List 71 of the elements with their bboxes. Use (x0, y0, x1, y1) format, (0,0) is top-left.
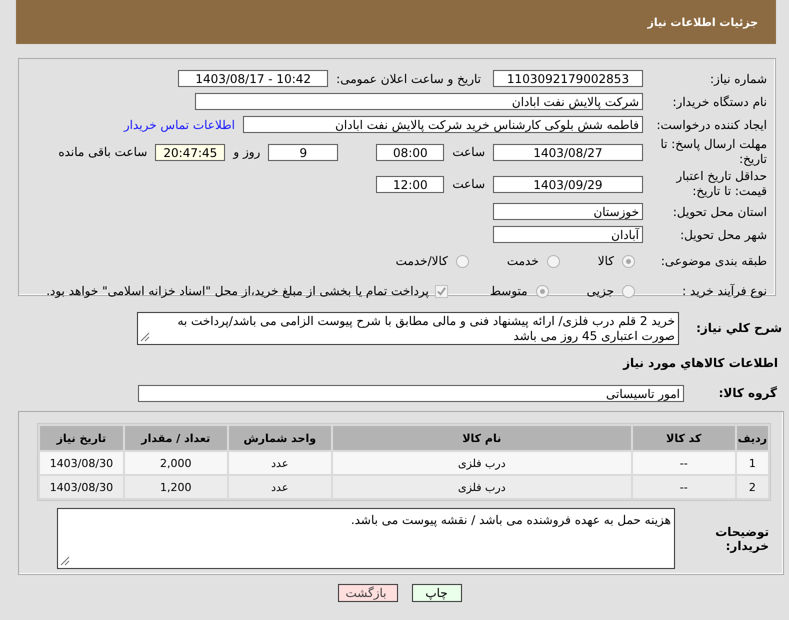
page-title: جزئیات اطلاعات نیاز (648, 16, 758, 28)
field-label: روز و (232, 145, 262, 159)
field-label: استان محل تحویل: (672, 204, 768, 218)
option-label: متوسط (490, 284, 528, 298)
print-button[interactable]: چاپ (412, 584, 462, 602)
text-field[interactable]: 1103092179002853 (493, 70, 643, 87)
field-label: تاریخ و ساعت اعلان عمومی: (335, 72, 482, 86)
table-cell: -- (632, 476, 735, 498)
field-label: شماره نیاز: (709, 72, 768, 86)
text-field[interactable]: 08:00 (376, 144, 444, 160)
field-label: نوع فرآیند خرید : (681, 284, 768, 298)
field-label: گروه کالا: (718, 386, 778, 400)
text-field[interactable]: 1403/09/29 (493, 176, 643, 192)
text-field[interactable]: 1403/08/17 - 10:42 (178, 70, 328, 87)
field-label: نام دستگاه خریدار: (672, 94, 768, 108)
section-heading: اطلاعات کالاهاي مورد نياز (622, 356, 779, 372)
option-label: کالا/خدمت (396, 254, 448, 268)
table-cell: عدد (228, 452, 331, 474)
field-label: شهر محل تحویل: (679, 228, 768, 242)
text-field[interactable]: آبادان (493, 226, 643, 243)
checkbox-label: پرداخت تمام یا بخشی از مبلغ خرید،از محل "اسناد خزانه اسلامی" خواهد بود. (46, 284, 429, 298)
column-header: واحد شمارش (228, 426, 331, 450)
notes-field[interactable]: هزینه حمل به عهده فروشنده می باشد / نقشه پیوست می باشد. (57, 508, 675, 569)
table-cell: -- (632, 452, 735, 474)
table-cell: 1 (736, 452, 768, 474)
field-label: ساعت (451, 177, 486, 191)
field-label: ساعت (451, 145, 486, 159)
text-field[interactable]: امور تاسیساتی (138, 384, 684, 402)
text-field[interactable]: شرکت پالایش نفت ابادان (195, 93, 643, 110)
text-field[interactable]: خوزستان (493, 203, 643, 220)
table-cell: 2 (736, 476, 768, 498)
field-label: طبقه بندی موضوعی: (660, 254, 768, 268)
table-cell: درب فلزی (332, 476, 631, 498)
column-header: نام کالا (332, 426, 631, 450)
description-field[interactable]: خرید 2 قلم درب فلزی/ ارائه پیشنهاد فنی و مالی مطابق با شرح پیوست الزامی می باشد/پرداخت به صورت اعتباری 45 روز می باشد (137, 312, 679, 345)
back-button[interactable]: بازگشت (338, 584, 398, 602)
field-label: مهلت ارسال پاسخ: تا تاریخ: (659, 137, 768, 167)
resize-grip-icon[interactable] (140, 332, 150, 342)
description-text: خرید 2 قلم درب فلزی/ ارائه پیشنهاد فنی و مالی مطابق با شرح پیوست الزامی می باشد/پرداخت به صورت اعتباری 45 روز می باشد (177, 314, 675, 343)
table-cell: درب فلزی (332, 452, 631, 474)
text-field[interactable]: 12:00 (376, 176, 444, 192)
text-field[interactable]: 9 (268, 144, 338, 160)
option-label: جزیی (586, 284, 614, 298)
contact-link[interactable]: اطلاعات تماس خریدار (124, 118, 235, 132)
field-label: ساعت باقی مانده (57, 145, 148, 159)
table-cell: 1403/08/30 (40, 452, 123, 474)
field-label: ایجاد کننده درخواست: (655, 118, 768, 132)
checkbox[interactable] (434, 284, 448, 298)
radio-button[interactable] (456, 254, 469, 268)
column-header: ردیف (736, 426, 768, 450)
text-field[interactable]: 20:47:45 (155, 144, 226, 160)
column-header: کد کالا (632, 426, 735, 450)
resize-grip-icon[interactable] (60, 556, 70, 566)
option-label: کالا (598, 254, 614, 268)
table-cell: 2,000 (124, 452, 227, 474)
option-label: خدمت (506, 254, 539, 268)
radio-button[interactable] (546, 254, 560, 268)
radio-button[interactable] (536, 284, 549, 298)
text-field[interactable]: 1403/08/27 (493, 144, 643, 160)
notes-text: هزینه حمل به عهده فروشنده می باشد / نقشه پیوست می باشد. (350, 513, 671, 527)
table-cell: 1,200 (124, 476, 227, 498)
column-header: تعداد / مقدار (124, 426, 227, 450)
radio-button[interactable] (622, 254, 635, 268)
field-label: حداقل تاریخ اعتبار قیمت: تا تاریخ: (674, 169, 768, 199)
radio-button[interactable] (622, 284, 635, 298)
field-label: شرح کلي نياز: (695, 321, 783, 335)
column-header: تاریخ نیاز (40, 426, 123, 450)
text-field[interactable]: فاطمه شش بلوکی کارشناس خرید شرکت پالایش نفت ابادان (243, 116, 643, 133)
table-cell: عدد (228, 476, 331, 498)
table-cell: 1403/08/30 (40, 476, 123, 498)
field-label: توضیحات خریدار: (714, 524, 770, 552)
